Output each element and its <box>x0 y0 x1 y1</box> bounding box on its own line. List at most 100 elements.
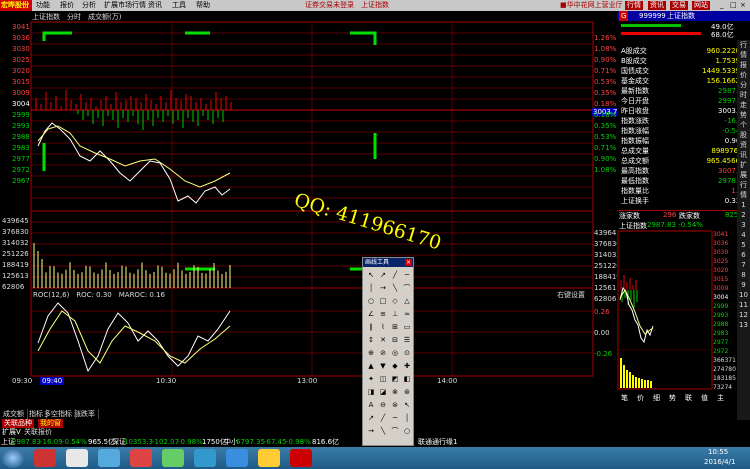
side-tab[interactable]: 2 <box>737 210 750 220</box>
drawing-tool-icon[interactable]: ⊕ <box>365 347 377 360</box>
mini-tab-price[interactable]: 价 <box>637 393 644 403</box>
drawing-tool-icon[interactable]: ╲ <box>377 425 389 438</box>
side-tab[interactable]: 情 <box>737 190 750 200</box>
drawing-tool-icon[interactable]: ∠ <box>365 308 377 321</box>
top-link-trade[interactable]: 交易 <box>670 1 688 10</box>
minimize-icon[interactable]: _ <box>720 1 724 10</box>
side-tab[interactable]: 价 <box>737 70 750 80</box>
side-tab[interactable]: 走 <box>737 100 750 110</box>
drawing-tool-icon[interactable]: ◆ <box>389 360 401 373</box>
drawing-tool-icon[interactable]: △ <box>401 295 413 308</box>
drawing-tool-icon[interactable]: A <box>365 399 377 412</box>
side-tab[interactable]: 时 <box>737 90 750 100</box>
drawing-tool-icon[interactable]: ⌇ <box>377 321 389 334</box>
menu-tools[interactable]: 工具 <box>172 1 186 10</box>
drawing-tool-icon[interactable]: ↖ <box>365 269 377 282</box>
drawing-tool-icon[interactable]: ◧ <box>401 373 413 386</box>
side-tab[interactable]: 讯 <box>737 150 750 160</box>
close-icon[interactable]: × <box>740 1 746 10</box>
drawing-toolbox[interactable]: 画线工具 × ↖ ↗ ╱ ─│ → ╲ ⌒○ □ ◇ △∠ ≡ ⊥ ≈∥ ⌇ ⊞ ▭↕ ✕ ⊟ ☰⊕ ⊘ ◎ ⊙▲ ▼ ◆ ✚✦… <box>362 257 414 446</box>
side-tab[interactable]: 股 <box>737 130 750 140</box>
drawing-tool-icon[interactable]: ⊖ <box>377 399 389 412</box>
side-tab[interactable]: 10 <box>737 290 750 300</box>
drawing-tool-icon[interactable]: ⊟ <box>389 334 401 347</box>
drawing-tool-icon[interactable]: ╱ <box>389 269 401 282</box>
side-tab[interactable]: 6 <box>737 250 750 260</box>
tab-amount[interactable]: 成交额 <box>0 409 28 419</box>
drawing-tool-icon[interactable]: ≡ <box>377 308 389 321</box>
side-tab[interactable]: 分 <box>737 80 750 90</box>
top-link-quote[interactable]: 行情 <box>625 1 643 10</box>
drawing-tool-icon[interactable]: ⊗ <box>389 386 401 399</box>
drawing-tool-icon[interactable]: ○ <box>365 295 377 308</box>
mini-tab-main[interactable]: 主 <box>717 393 724 403</box>
taskbar-app-icon[interactable] <box>66 449 88 467</box>
menu-analysis[interactable]: 分析 <box>82 1 96 10</box>
drawing-tool-icon[interactable]: ○ <box>401 425 413 438</box>
menu-help[interactable]: 帮助 <box>196 1 210 10</box>
clock-time[interactable]: 10:55 <box>708 448 728 456</box>
taskbar-app-icon[interactable] <box>194 449 216 467</box>
side-tab[interactable]: 12 <box>737 310 750 320</box>
side-tab[interactable]: 行 <box>737 180 750 190</box>
mini-tab-trend[interactable]: 势 <box>669 393 676 403</box>
menu-quote[interactable]: 报价 <box>60 1 74 10</box>
ie-icon[interactable] <box>226 449 248 467</box>
side-tab[interactable]: 情 <box>737 50 750 60</box>
tab-extend-v[interactable]: 扩展V <box>2 428 21 437</box>
drawing-tool-icon[interactable]: │ <box>401 412 413 425</box>
toolbox-close-icon[interactable]: × <box>405 259 412 266</box>
drawing-tool-icon[interactable]: ☰ <box>401 334 413 347</box>
drawing-tool-icon[interactable]: ▼ <box>377 360 389 373</box>
side-tab[interactable]: 13 <box>737 320 750 330</box>
drawing-tool-icon[interactable]: ⊥ <box>389 308 401 321</box>
tab-related-varieties[interactable]: 关联品种 <box>2 419 34 428</box>
drawing-tool-icon[interactable]: ↗ <box>377 269 389 282</box>
drawing-tool-icon[interactable]: ◪ <box>377 386 389 399</box>
online-hall-label[interactable]: ■华中花网上营业厅 <box>560 1 623 10</box>
drawing-tool-icon[interactable]: │ <box>365 282 377 295</box>
side-tab[interactable]: 3 <box>737 220 750 230</box>
mini-tab-value[interactable]: 值 <box>701 393 708 403</box>
drawing-tool-icon[interactable]: ✚ <box>401 360 413 373</box>
drawing-tool-icon[interactable]: ─ <box>401 269 413 282</box>
drawing-tool-icon[interactable]: ◩ <box>389 373 401 386</box>
mini-tab-ticks[interactable]: 笔 <box>621 393 628 403</box>
drawing-tool-icon[interactable]: ─ <box>389 412 401 425</box>
side-tab[interactable]: 7 <box>737 260 750 270</box>
drawing-tool-icon[interactable]: ↗ <box>365 412 377 425</box>
qq-icon[interactable] <box>258 449 280 467</box>
drawing-tool-icon[interactable]: ⌒ <box>389 425 401 438</box>
top-link-site[interactable]: 网站 <box>692 1 710 10</box>
side-tab[interactable]: 8 <box>737 270 750 280</box>
taskbar-app-icon[interactable] <box>162 449 184 467</box>
drawing-tool-icon[interactable]: ╲ <box>389 282 401 295</box>
drawing-tool-icon[interactable]: ◎ <box>389 347 401 360</box>
menu-extended-market[interactable]: 扩展市场行情 <box>104 1 146 10</box>
side-tab[interactable]: 1 <box>737 200 750 210</box>
drawing-tool-icon[interactable]: ▲ <box>365 360 377 373</box>
tab-up-down-rate[interactable]: 涨跌率 <box>71 409 99 419</box>
drawing-tool-icon[interactable]: → <box>365 425 377 438</box>
top-link-news[interactable]: 资讯 <box>648 1 666 10</box>
drawing-tool-icon[interactable]: ◨ <box>365 386 377 399</box>
drawing-tool-icon[interactable]: ⌒ <box>401 282 413 295</box>
side-tab[interactable]: 扩 <box>737 160 750 170</box>
drawing-tool-icon[interactable]: ◫ <box>377 373 389 386</box>
side-tab[interactable]: 势 <box>737 110 750 120</box>
drawing-tool-icon[interactable]: ◇ <box>389 295 401 308</box>
taskbar-app-icon[interactable] <box>98 449 120 467</box>
intraday-chart[interactable]: 上证指数 分时 成交额(万) 3003.71 ROC(12,6) ROC: 0.… <box>0 11 623 408</box>
side-tab[interactable]: 行 <box>737 40 750 50</box>
taskbar-app-icon[interactable] <box>290 449 312 467</box>
side-tab[interactable]: 个 <box>737 120 750 130</box>
start-button[interactable] <box>2 448 24 468</box>
drawing-tool-icon[interactable]: ↖ <box>401 399 413 412</box>
drawing-tool-icon[interactable]: ⊛ <box>401 386 413 399</box>
drawing-tool-icon[interactable]: ⊘ <box>377 347 389 360</box>
side-tab[interactable]: 9 <box>737 280 750 290</box>
side-tab[interactable]: 展 <box>737 170 750 180</box>
taskbar-app-icon[interactable] <box>130 449 152 467</box>
drawing-tool-icon[interactable]: ∥ <box>365 321 377 334</box>
tab-related-quote[interactable]: 关联报价 <box>24 428 52 437</box>
